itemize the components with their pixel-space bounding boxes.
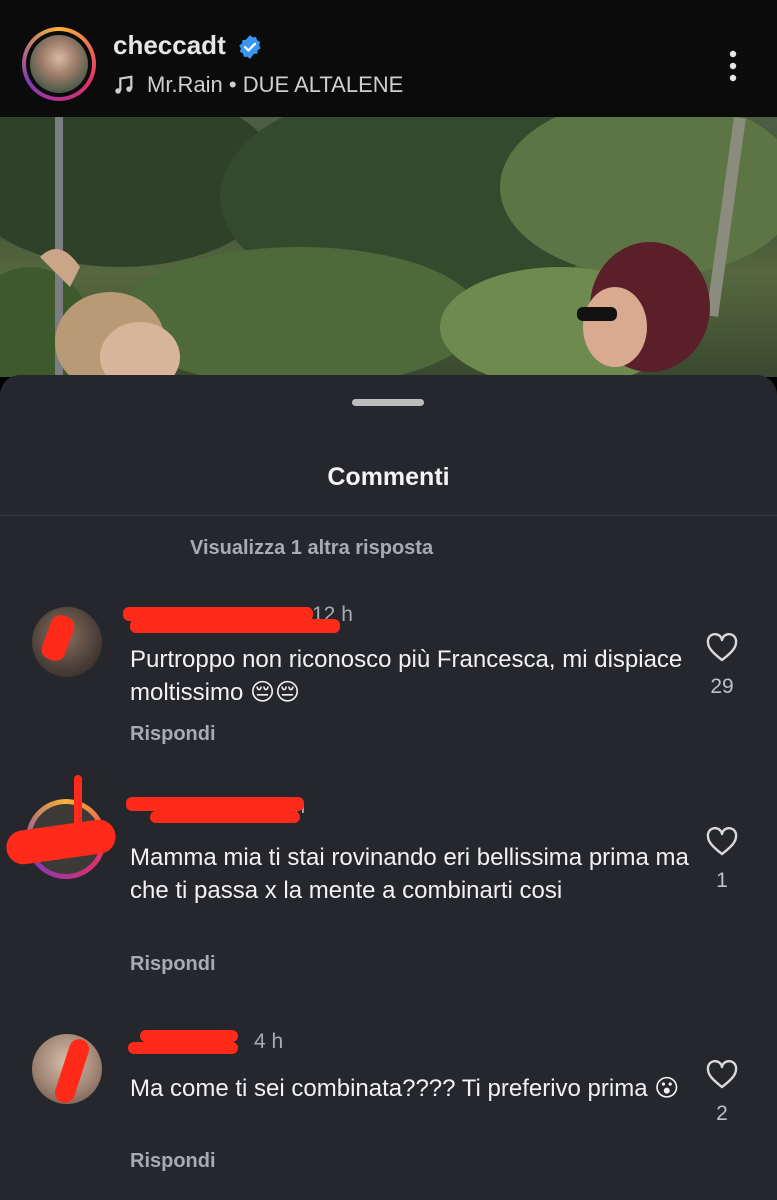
profile-avatar[interactable] <box>22 27 96 101</box>
redaction-mark <box>52 1036 92 1104</box>
avatar-redaction <box>74 775 82 845</box>
comment-avatar[interactable] <box>32 607 102 677</box>
avatar-redaction <box>4 817 118 867</box>
like-count: 29 <box>710 675 734 698</box>
more-options-icon[interactable] <box>725 48 741 84</box>
comment-avatar[interactable] <box>32 1034 102 1104</box>
drag-handle[interactable] <box>352 399 424 406</box>
music-track-label[interactable]: Mr.Rain • DUE ALTALENE <box>147 72 403 98</box>
like-count: 2 <box>716 1102 728 1125</box>
post-header: checcadt Mr.Rain • DUE ALTALENE <box>0 0 777 117</box>
username-redaction <box>150 811 300 823</box>
reply-button[interactable]: Rispondi <box>130 953 216 976</box>
post-photo-image <box>0 117 777 377</box>
divider <box>0 515 777 516</box>
like-heart-icon[interactable] <box>705 827 739 857</box>
comment-text: Purtroppo non riconosco più Francesca, m… <box>130 646 683 706</box>
sheet-title: Commenti <box>327 463 450 491</box>
view-more-replies-link[interactable]: Visualizza 1 altra risposta <box>190 537 433 560</box>
music-note-icon <box>115 75 133 94</box>
comment-text: Ma come ti sei combinata???? Ti preferiv… <box>130 1075 680 1102</box>
username[interactable]: checcadt <box>113 30 226 61</box>
reply-button[interactable]: Rispondi <box>130 1150 216 1173</box>
like-count: 1 <box>716 869 728 892</box>
username-redaction <box>130 619 340 633</box>
comments-sheet: Commenti Visualizza 1 altra risposta 12 … <box>0 375 777 1200</box>
post-media[interactable] <box>0 117 777 377</box>
username-redaction <box>140 1030 238 1042</box>
like-heart-icon[interactable] <box>705 1060 739 1090</box>
redaction-mark <box>38 612 78 664</box>
comment-timestamp: 4 h <box>254 1030 284 1053</box>
username-redaction <box>126 797 304 811</box>
instagram-reel-comments: checcadt Mr.Rain • DUE ALTALENE Commenti… <box>0 0 777 1200</box>
comment-text: Mamma mia ti stai rovinando eri bellissi… <box>130 844 689 904</box>
username-redaction <box>128 1042 238 1054</box>
reply-button[interactable]: Rispondi <box>130 723 216 746</box>
like-heart-icon[interactable] <box>705 633 739 663</box>
avatar-photo <box>30 35 88 93</box>
verified-badge-icon <box>239 35 261 59</box>
